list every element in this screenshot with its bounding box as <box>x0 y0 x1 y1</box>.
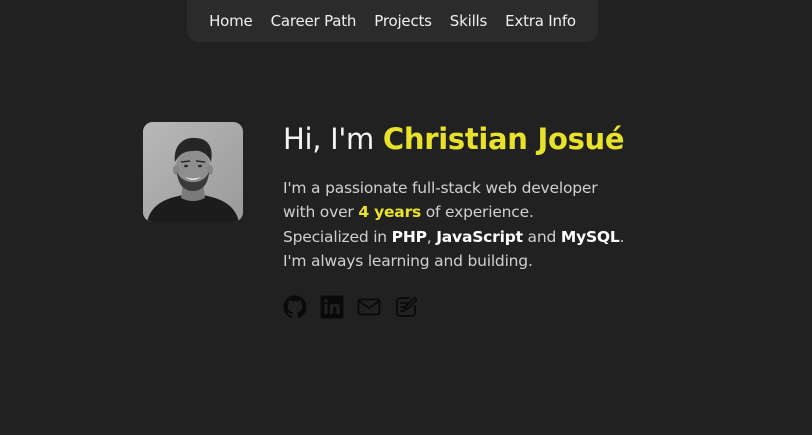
skill-mysql: MySQL <box>560 227 620 246</box>
mail-icon[interactable] <box>357 295 381 319</box>
bio-line-4: I'm always learning and building. <box>283 251 533 270</box>
skill-separator-2: and <box>522 227 561 246</box>
skill-separator-1: , <box>426 227 437 246</box>
hero-content: Hi, I'm Christian Josué I'm a passionate… <box>283 118 703 319</box>
bio-line-3-post: . <box>619 227 625 246</box>
notes-icon[interactable] <box>394 295 418 319</box>
bio-line-3-pre: Specialized in <box>283 227 392 246</box>
avatar <box>143 122 243 222</box>
skill-php: PHP <box>391 227 427 246</box>
social-links <box>283 295 703 319</box>
profile-photo <box>143 122 243 222</box>
page: Home Career Path Projects Skills Extra I… <box>0 0 812 435</box>
nav-item-career-path[interactable]: Career Path <box>262 0 366 42</box>
bio-line-2-post: of experience. <box>421 203 534 222</box>
bio-line-2-pre: with over <box>283 203 359 222</box>
hero-bio: I'm a passionate full-stack web develope… <box>283 176 703 273</box>
bio-line-1: I'm a passionate full-stack web develope… <box>283 179 598 197</box>
greeting-text: Hi, I'm <box>283 122 383 156</box>
years-highlight: 4 years <box>358 203 422 222</box>
hero-title: Hi, I'm Christian Josué <box>283 118 703 160</box>
nav-item-skills[interactable]: Skills <box>441 0 496 42</box>
linkedin-icon[interactable] <box>320 295 344 319</box>
hero-name: Christian Josué <box>382 122 625 156</box>
top-nav: Home Career Path Projects Skills Extra I… <box>187 0 598 42</box>
github-icon[interactable] <box>283 295 307 319</box>
skill-javascript: JavaScript <box>436 227 523 246</box>
nav-item-home[interactable]: Home <box>200 0 262 42</box>
nav-item-extra-info[interactable]: Extra Info <box>496 0 585 42</box>
nav-item-projects[interactable]: Projects <box>365 0 441 42</box>
